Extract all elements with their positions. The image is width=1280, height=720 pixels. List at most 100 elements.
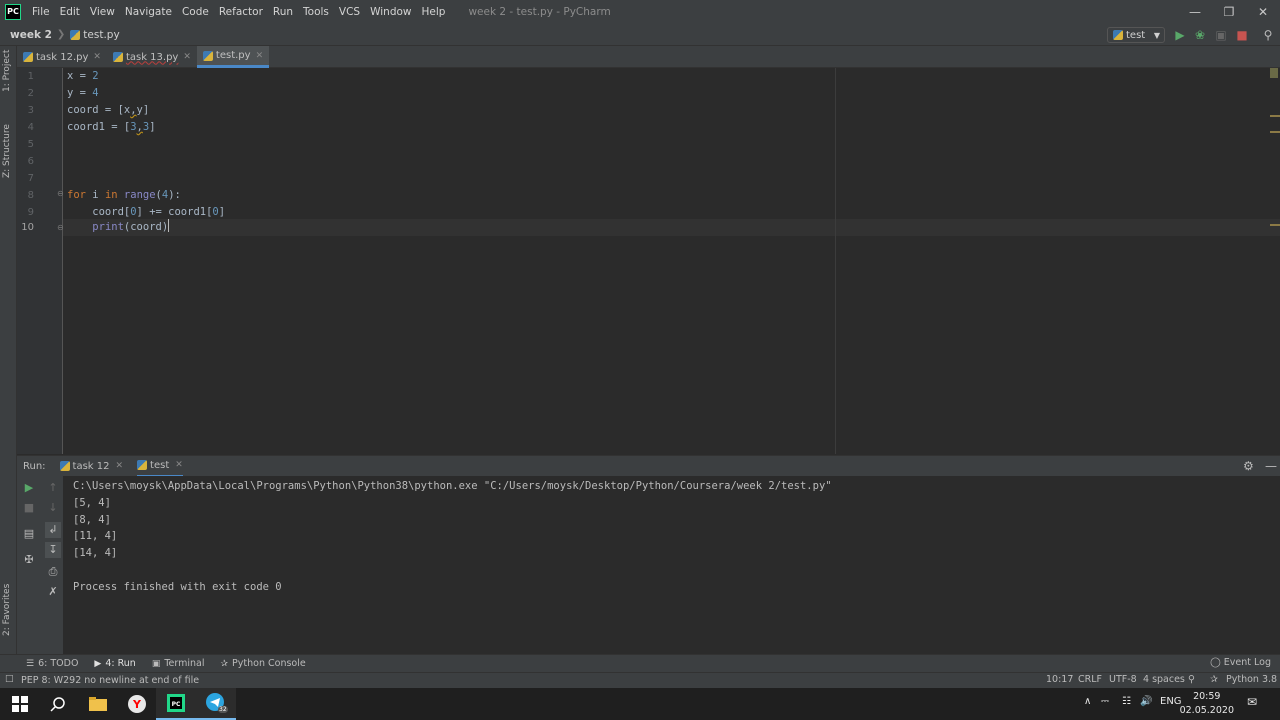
tab-label: task 12.py (36, 51, 89, 63)
windows-start-button[interactable] (0, 688, 40, 720)
close-window-button[interactable]: ✕ (1246, 0, 1280, 24)
todo-label: 6: TODO (38, 658, 79, 669)
event-log-button[interactable]: ◯ Event Log (1210, 657, 1271, 668)
warning-stripe-mark[interactable] (1270, 115, 1280, 117)
svg-text:PC: PC (172, 701, 181, 708)
maximize-button[interactable]: ❐ (1212, 0, 1246, 24)
debug-icon[interactable]: ❀ (1193, 28, 1207, 42)
close-tab-icon[interactable]: ✕ (175, 460, 183, 470)
coverage-icon[interactable]: ▣ (1214, 28, 1228, 42)
console-exit-message: Process finished with exit code 0 (73, 580, 282, 593)
svg-text:Y: Y (132, 698, 142, 711)
tab-task-13[interactable]: task 13.py ✕ (107, 46, 197, 68)
menu-file[interactable]: File (27, 0, 55, 24)
project-tool-button[interactable]: 1: Project (2, 50, 12, 92)
inspection-status-icon[interactable] (1270, 68, 1278, 78)
trash-icon[interactable]: ✗ (45, 584, 61, 600)
indent-settings[interactable]: 4 spaces (1143, 674, 1185, 685)
event-log-icon: ◯ (1210, 657, 1221, 668)
run-tool-button[interactable]: ▶ 4: Run (94, 658, 135, 669)
menu-run[interactable]: Run (268, 0, 298, 24)
code-editor[interactable]: 1 2 3 4 5 6 7 8 9 10 ⊖ ⊖ x = 2 y = 4 coo… (17, 68, 1280, 454)
right-margin-guide (835, 68, 836, 454)
code-line: for i in range(4): (67, 187, 181, 204)
pycharm-taskbar-button[interactable]: PC (156, 688, 196, 720)
rerun-icon[interactable]: ▶ (21, 480, 37, 496)
python-console-tool-button[interactable]: ✰ Python Console (221, 658, 306, 669)
search-icon[interactable]: ⚲ (1261, 28, 1275, 42)
file-encoding[interactable]: UTF-8 (1109, 674, 1137, 685)
line-separator[interactable]: CRLF (1078, 674, 1102, 685)
volume-icon[interactable]: 🔊 (1140, 696, 1152, 707)
menu-refactor[interactable]: Refactor (214, 0, 268, 24)
soft-wrap-icon[interactable]: ↲ (45, 522, 61, 538)
system-clock[interactable]: 20:59 02.05.2020 (1180, 690, 1234, 718)
structure-tool-button[interactable]: Z: Structure (2, 124, 12, 178)
yandex-browser-icon: Y (128, 695, 146, 713)
text-caret (168, 219, 170, 232)
breadcrumb-project[interactable]: week 2 (10, 29, 52, 41)
pycharm-icon: PC (167, 694, 185, 712)
menu-view[interactable]: View (85, 0, 120, 24)
terminal-tool-button[interactable]: ▣ Terminal (152, 658, 205, 669)
stop-icon[interactable]: ■ (21, 500, 37, 516)
network-icon[interactable]: ☷ (1122, 696, 1131, 707)
yandex-browser-button[interactable]: Y (117, 688, 157, 720)
menu-window[interactable]: Window (365, 0, 416, 24)
scroll-to-end-icon[interactable]: ↧ (45, 542, 61, 558)
run-tab-task-12[interactable]: task 12 ✕ (59, 461, 124, 472)
gear-icon[interactable]: ⚙ (1243, 459, 1254, 473)
menu-vcs[interactable]: VCS (334, 0, 365, 24)
run-tab-test[interactable]: test ✕ (137, 456, 183, 477)
warning-stripe-mark[interactable] (1270, 224, 1280, 226)
stop-icon[interactable]: ■ (1235, 28, 1249, 42)
toggle-tool-windows-icon[interactable]: □ (5, 674, 14, 684)
todo-tool-button[interactable]: ☰ 6: TODO (26, 658, 78, 669)
pycharm-logo: PC (5, 4, 21, 20)
scroll-up-icon[interactable]: ↑ (45, 480, 61, 496)
run-console[interactable]: C:\Users\moysk\AppData\Local\Programs\Py… (63, 476, 1280, 654)
favorites-tool-button[interactable]: 2: Favorites (2, 584, 12, 636)
menu-help[interactable]: Help (417, 0, 451, 24)
hide-panel-icon[interactable]: — (1265, 459, 1277, 473)
notifications-icon[interactable]: ✉ (1247, 695, 1257, 709)
run-icon[interactable]: ▶ (1173, 28, 1187, 42)
close-tab-icon[interactable]: ✕ (116, 461, 124, 471)
navigation-bar: week 2 ❯ test.py test ▼ ▶ ❀ ▣ ■ ⚲ (0, 24, 1280, 46)
minimize-button[interactable]: — (1178, 0, 1212, 24)
fold-icon[interactable]: ⊖ (57, 189, 64, 198)
list-icon: ☰ (26, 658, 35, 669)
close-tab-icon[interactable]: ✕ (256, 51, 264, 61)
tab-test[interactable]: test.py ✕ (196, 46, 270, 68)
search-button[interactable] (38, 688, 78, 720)
lock-icon[interactable]: ⚲ (1188, 674, 1195, 685)
line-number: 4 (27, 122, 34, 133)
input-language[interactable]: ENG (1160, 696, 1182, 707)
warning-stripe-mark[interactable] (1270, 131, 1280, 133)
caret-position[interactable]: 10:17 (1046, 674, 1073, 685)
tab-label: task 13.py (125, 51, 179, 63)
breadcrumb-file[interactable]: test.py (83, 29, 119, 41)
scroll-down-icon[interactable]: ↓ (45, 500, 61, 516)
line-number: 5 (27, 139, 34, 150)
menu-tools[interactable]: Tools (298, 0, 334, 24)
tab-label: test.py (215, 50, 251, 61)
menu-navigate[interactable]: Navigate (120, 0, 177, 24)
layout-icon[interactable]: ▤ (21, 526, 37, 542)
file-explorer-button[interactable] (78, 688, 118, 720)
menu-edit[interactable]: Edit (55, 0, 85, 24)
code-line: x = 2 (67, 68, 99, 85)
code-text: for i in range(4): (67, 189, 181, 201)
show-hidden-icons-icon[interactable]: ∧ (1084, 696, 1091, 707)
pin-icon[interactable]: ✠ (21, 552, 37, 568)
menu-code[interactable]: Code (177, 0, 214, 24)
telegram-taskbar-button[interactable]: 32 (196, 688, 236, 720)
close-tab-icon[interactable]: ✕ (183, 52, 191, 62)
python-interpreter[interactable]: Python 3.8 (1226, 674, 1277, 685)
power-icon[interactable]: ⎓ (1101, 696, 1109, 707)
print-icon[interactable]: ⎙ (45, 564, 61, 580)
tab-task-12[interactable]: task 12.py ✕ (17, 46, 107, 68)
python-file-icon (137, 460, 148, 470)
close-tab-icon[interactable]: ✕ (93, 52, 101, 62)
run-configuration-select[interactable]: test ▼ (1107, 27, 1165, 43)
